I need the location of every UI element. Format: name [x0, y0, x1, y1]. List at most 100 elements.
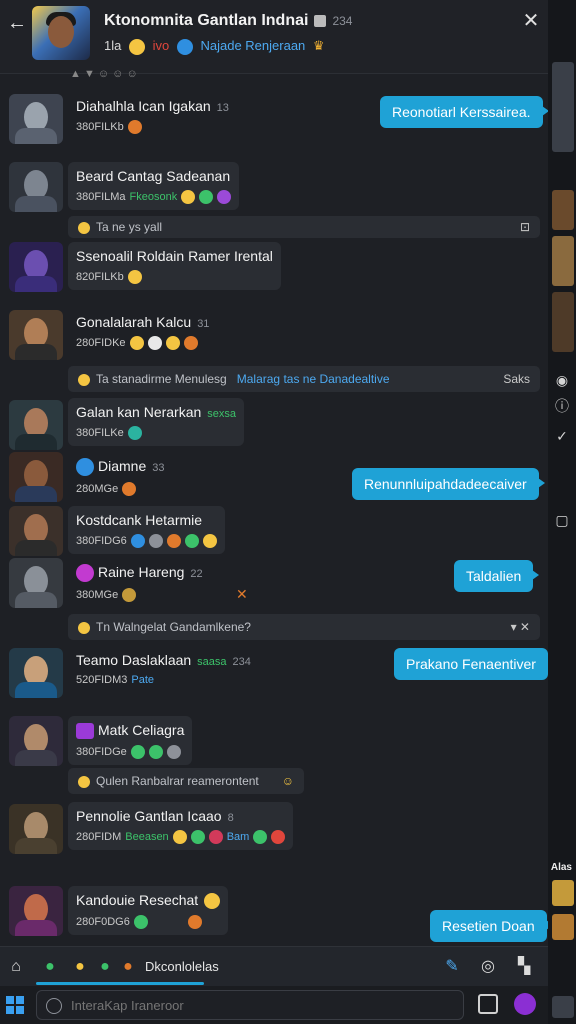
- reaction-icon[interactable]: [181, 190, 196, 204]
- message-bubble[interactable]: Teamo Daslaklaan saasa 234 520FIDM3 Pate: [68, 646, 259, 692]
- avatar[interactable]: [9, 886, 63, 936]
- outgoing-message[interactable]: Renunnluipahdadeecaiver: [352, 468, 545, 500]
- mention-icon[interactable]: [46, 998, 62, 1014]
- emoji-icon: [78, 373, 90, 386]
- reaction-icon[interactable]: [129, 336, 144, 350]
- avatar[interactable]: [9, 716, 63, 766]
- message-bubble[interactable]: Galan kan Nerarkan sexsa 380FILKe: [68, 398, 245, 446]
- location-icon[interactable]: ●: [40, 957, 60, 977]
- avatar[interactable]: [9, 400, 63, 450]
- reaction-icon[interactable]: [127, 270, 142, 284]
- avatar[interactable]: [9, 452, 63, 502]
- tagline-link[interactable]: Najade Renjeraan: [200, 38, 305, 53]
- avatar[interactable]: [9, 94, 63, 144]
- message-meta: 280FIDM Beeasen Bam: [76, 830, 286, 844]
- avatar[interactable]: [9, 648, 63, 698]
- side-tag: Alas: [550, 862, 572, 873]
- system-row[interactable]: Tn Walngelat Gandamlkene? ▾ ✕: [68, 614, 540, 640]
- reaction-icon[interactable]: [148, 534, 163, 548]
- info-icon[interactable]: ⓘ: [554, 396, 570, 414]
- system-row[interactable]: Ta ne ys yall ⊡: [68, 216, 540, 238]
- reaction-icon[interactable]: [190, 830, 205, 844]
- reaction-icon[interactable]: [165, 336, 180, 350]
- toolbar-label: Dkconlolelas: [145, 959, 219, 974]
- reaction-icon[interactable]: [127, 426, 142, 440]
- group-avatar[interactable]: [32, 6, 90, 60]
- emoji-icon[interactable]: ●: [70, 957, 90, 977]
- compose-bar: [0, 986, 548, 1024]
- message-meta: 820FILKb: [76, 270, 273, 284]
- message-meta: 520FIDM3 Pate: [76, 674, 154, 686]
- avatar[interactable]: [9, 242, 63, 292]
- reaction-icon[interactable]: [130, 745, 145, 760]
- reaction-icon[interactable]: [199, 190, 214, 204]
- puzzle-icon[interactable]: ▚: [514, 957, 534, 977]
- avatar[interactable]: [9, 310, 63, 360]
- message-bubble[interactable]: Pennolie Gantlan Icaao 8 280FIDM Beeasen Ba…: [68, 802, 294, 850]
- voice-icon[interactable]: ●: [95, 957, 115, 977]
- reaction-icon[interactable]: [253, 830, 268, 844]
- message-meta: 380FIDG6: [76, 534, 217, 548]
- sender-name: Kandouie Resechat: [76, 892, 221, 910]
- reaction-icon[interactable]: [184, 534, 199, 548]
- reaction-icon[interactable]: [208, 830, 223, 844]
- windows-icon[interactable]: [6, 996, 24, 1014]
- record-icon[interactable]: ◉: [554, 372, 570, 388]
- reaction-icon[interactable]: [166, 745, 181, 760]
- back-arrow-icon[interactable]: ←: [6, 12, 28, 34]
- message-input[interactable]: [36, 990, 464, 1020]
- outgoing-message[interactable]: Taldalien: [454, 560, 540, 592]
- message-meta: 380FILKb: [76, 120, 229, 134]
- reaction-icon[interactable]: [127, 120, 142, 134]
- avatar[interactable]: [9, 162, 63, 212]
- message-bubble[interactable]: Kandouie Resechat 280F0DG6: [68, 886, 229, 936]
- message-bubble[interactable]: Diamne 33 280MGe: [68, 452, 173, 502]
- reaction-icon[interactable]: [172, 830, 187, 844]
- check-icon[interactable]: ✓: [554, 428, 570, 444]
- sticker-icon[interactable]: ●: [118, 957, 138, 977]
- close-icon[interactable]: ✕: [520, 10, 542, 32]
- outgoing-message[interactable]: Reonotiarl Kerssairea.: [380, 96, 548, 128]
- message-meta: 280FIDKe: [76, 336, 209, 350]
- pen-icon[interactable]: ✎: [442, 957, 462, 977]
- reaction-icon[interactable]: [187, 915, 202, 930]
- message-bubble[interactable]: Gonalalarah Kalcu 31 280FIDKe: [68, 308, 217, 356]
- system-row[interactable]: Ta stanadirme Menulesg Malarag tas ne Da…: [68, 366, 540, 392]
- circle-icon[interactable]: ◎: [478, 957, 498, 977]
- reaction-icon[interactable]: [217, 190, 232, 204]
- message-bubble[interactable]: Kostdcank Hetarmie 380FIDG6: [68, 506, 225, 554]
- reaction-icon[interactable]: [271, 830, 286, 844]
- message-bubble[interactable]: Beard Cantag Sadeanan 380FILMa Fkeosonk: [68, 162, 240, 210]
- message-bubble[interactable]: Diahalhla Ican Igakan 13 380FILKb: [68, 92, 237, 140]
- avatar[interactable]: [9, 558, 63, 608]
- star-icon: [76, 564, 94, 583]
- reaction-icon[interactable]: [122, 482, 137, 497]
- crown-icon: ♛: [312, 38, 325, 53]
- outgoing-message[interactable]: Prakano Fenaentiver: [394, 648, 548, 680]
- reaction-icon[interactable]: [166, 534, 181, 548]
- message-bubble[interactable]: Raine Hareng 22 380MGe: [68, 558, 211, 608]
- reaction-strip: ▲ ▼ ☺ ☺ ☺: [70, 68, 138, 80]
- message-meta: 280F0DG6: [76, 915, 220, 930]
- message-bubble[interactable]: Ssenoalil Roldain Ramer Irental 820FILKb: [68, 242, 281, 290]
- square-icon[interactable]: ▢: [554, 512, 570, 528]
- message-bubble[interactable]: Matk Celiagra 380FIDGe: [68, 716, 193, 766]
- chat-window: ← Ktonomnita Gantlan Indnai 234 1la ivo N…: [0, 0, 548, 1024]
- avatar[interactable]: [9, 506, 63, 556]
- reaction-icon[interactable]: [183, 336, 198, 350]
- expand-icon[interactable]: ⊡: [520, 216, 530, 238]
- reaction-icon[interactable]: [133, 915, 148, 930]
- thumbnail-image: [552, 880, 574, 906]
- app-icon[interactable]: [514, 993, 536, 1015]
- sender-name: Beard Cantag Sadeanan: [76, 168, 231, 184]
- outgoing-message[interactable]: Resetien Doan: [430, 910, 548, 942]
- reaction-icon[interactable]: [130, 534, 145, 548]
- attachment-icon[interactable]: [478, 994, 498, 1014]
- home-icon[interactable]: ⌂: [6, 957, 26, 977]
- system-row[interactable]: Qulen Ranbalrar reamerontent ☺: [68, 768, 304, 794]
- reaction-icon[interactable]: [122, 588, 137, 603]
- avatar[interactable]: [9, 804, 63, 854]
- reaction-icon[interactable]: [148, 745, 163, 760]
- reaction-icon[interactable]: [147, 336, 162, 350]
- reaction-icon[interactable]: [202, 534, 217, 548]
